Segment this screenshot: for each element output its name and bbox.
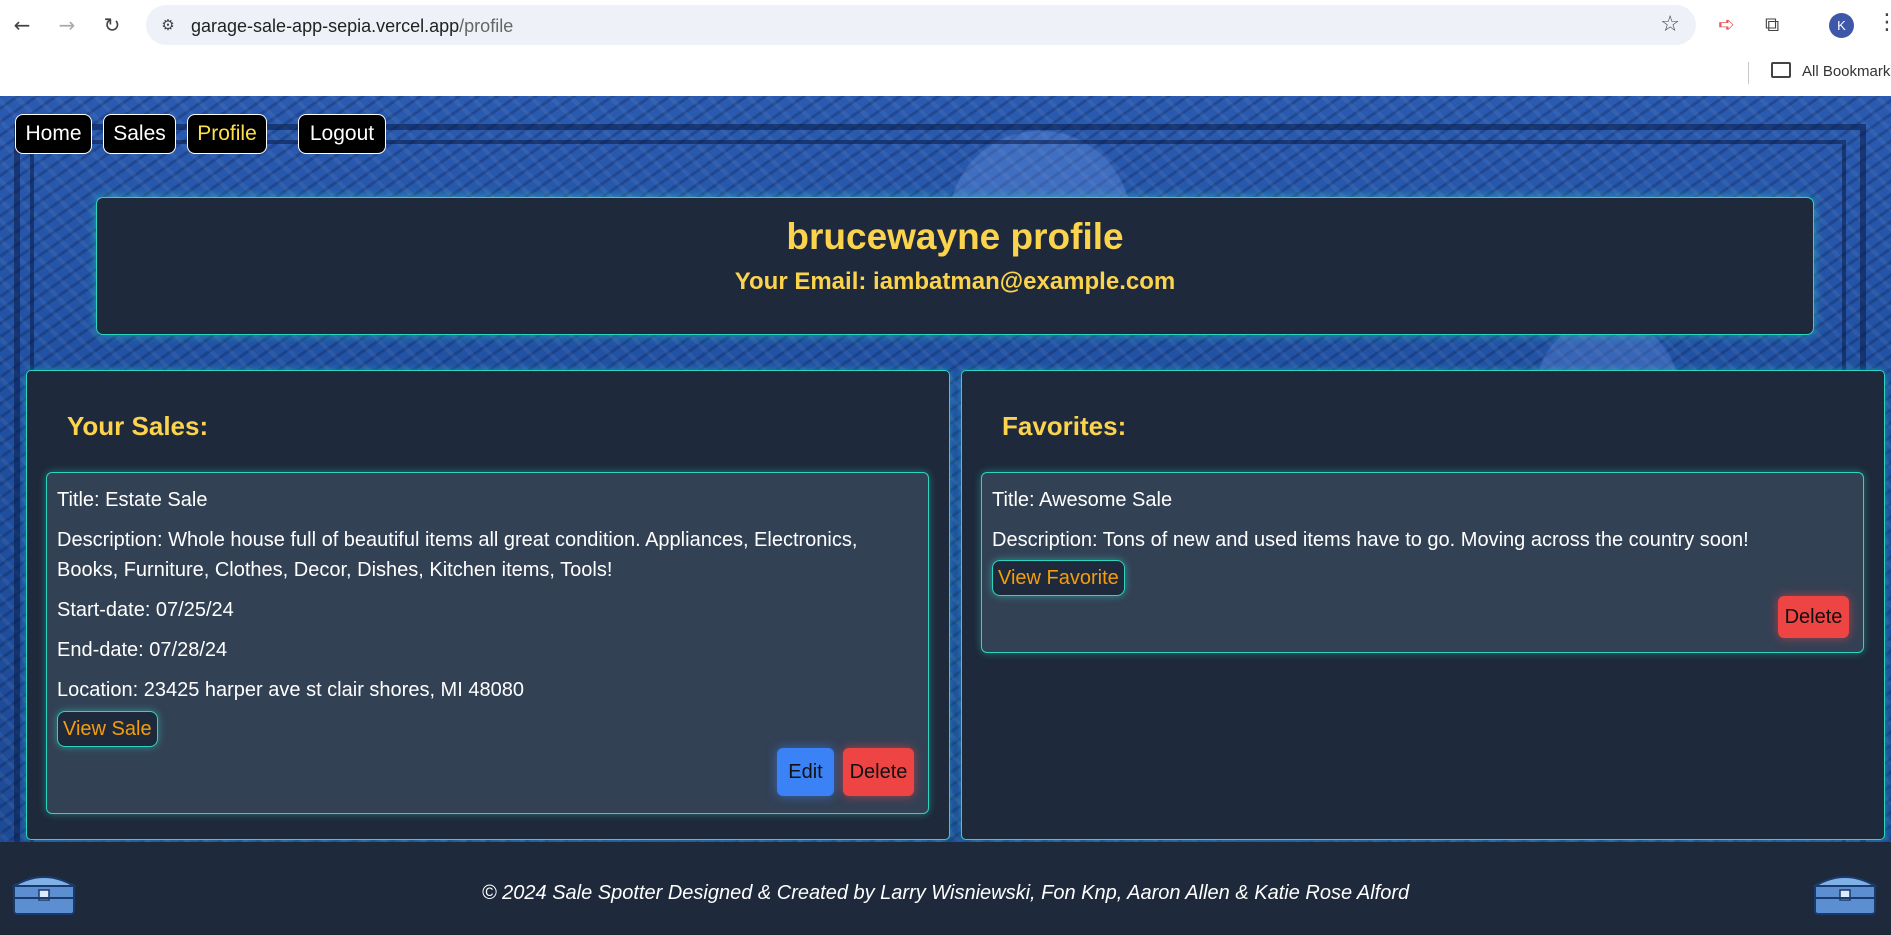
- edit-sale-button[interactable]: Edit: [777, 748, 834, 796]
- reload-icon[interactable]: ↻: [99, 12, 125, 38]
- footer-credits: © 2024 Sale Spotter Designed & Created b…: [481, 882, 1410, 904]
- sale-description-line2: Books, Furniture, Clothes, Decor, Dishes…: [57, 559, 613, 581]
- your-sales-panel: Your Sales: Title: Estate Sale Descripti…: [26, 370, 950, 840]
- sale-description-line1: Description: Whole house full of beautif…: [57, 529, 858, 551]
- folder-icon: [1771, 62, 1791, 78]
- profile-title: brucewayne profile: [786, 216, 1124, 257]
- delete-sale-button[interactable]: Delete: [843, 748, 914, 796]
- profile-header-card: brucewayne profile Your Email: iambatman…: [96, 197, 1814, 335]
- cast-extension-icon[interactable]: ➪: [1718, 12, 1735, 36]
- sale-title: Title: Estate Sale: [57, 489, 208, 511]
- view-sale-button[interactable]: View Sale: [57, 711, 158, 747]
- all-bookmarks-link[interactable]: All Bookmarks: [1802, 63, 1891, 80]
- nav-logout-button[interactable]: Logout: [298, 114, 386, 154]
- profile-email: Your Email: iambatman@example.com: [734, 268, 1176, 295]
- sale-location: Location: 23425 harper ave st clair shor…: [57, 679, 524, 701]
- view-favorite-button[interactable]: View Favorite: [992, 560, 1125, 596]
- favorites-panel: Favorites: Title: Awesome Sale Descripti…: [961, 370, 1885, 840]
- nav-home-button[interactable]: Home: [15, 114, 92, 154]
- url-path: /profile: [459, 16, 514, 36]
- favorites-heading: Favorites:: [1002, 411, 1127, 441]
- address-bar[interactable]: ⚙ garage-sale-app-sepia.vercel.app/profi…: [146, 5, 1696, 45]
- delete-favorite-button[interactable]: Delete: [1778, 596, 1849, 638]
- favorite-title: Title: Awesome Sale: [992, 489, 1173, 511]
- your-sales-heading: Your Sales:: [67, 411, 209, 441]
- sale-end-date: End-date: 07/28/24: [57, 639, 228, 661]
- sale-start-date: Start-date: 07/25/24: [57, 599, 234, 621]
- favorite-card: Title: Awesome Sale Description: Tons of…: [981, 472, 1864, 653]
- url-host: garage-sale-app-sepia.vercel.app: [191, 16, 460, 36]
- bookmarks-divider: [1748, 62, 1749, 84]
- footer: © 2024 Sale Spotter Designed & Created b…: [0, 842, 1891, 935]
- bookmarks-bar: All Bookmarks: [0, 50, 1891, 96]
- site-settings-icon[interactable]: ⚙: [158, 15, 178, 35]
- sale-card: Title: Estate Sale Description: Whole ho…: [46, 472, 929, 814]
- forward-arrow-icon[interactable]: →: [54, 12, 80, 38]
- more-menu-icon[interactable]: ⋮: [1876, 10, 1891, 35]
- back-arrow-icon[interactable]: ←: [9, 12, 35, 38]
- extensions-puzzle-icon[interactable]: ⧉: [1765, 12, 1779, 36]
- url-text[interactable]: garage-sale-app-sepia.vercel.app/profile: [191, 16, 513, 37]
- browser-toolbar: ← → ↻ ⚙ garage-sale-app-sepia.vercel.app…: [0, 0, 1891, 50]
- page-background: Home Sales Profile Logout brucewayne pro…: [0, 96, 1891, 935]
- bookmark-star-icon[interactable]: ☆: [1660, 12, 1680, 37]
- profile-avatar[interactable]: K: [1829, 13, 1854, 38]
- favorite-description: Description: Tons of new and used items …: [992, 529, 1749, 551]
- treasure-chest-icon: [1813, 876, 1877, 915]
- nav-sales-button[interactable]: Sales: [103, 114, 176, 154]
- nav-profile-button[interactable]: Profile: [187, 114, 267, 154]
